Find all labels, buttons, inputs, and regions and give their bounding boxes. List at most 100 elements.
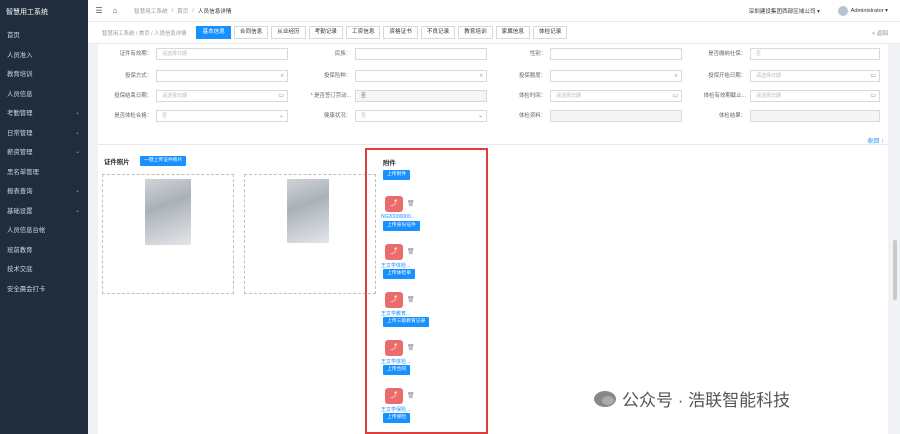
pdf-file-icon[interactable]: ⤴	[385, 340, 403, 356]
photo-slot-back[interactable]	[244, 174, 376, 294]
breadcrumb-item[interactable]: 人员信息详情	[198, 7, 232, 15]
photo-slot-front[interactable]	[102, 174, 234, 294]
calendar-icon: ▭	[278, 93, 284, 99]
breadcrumb-separator: /	[192, 7, 194, 14]
field-input	[550, 110, 682, 122]
attachment-filename[interactable]: 王文学体检...	[381, 358, 410, 365]
sidebar-item[interactable]: 报表查询 ⌄	[0, 182, 88, 202]
sidebar-item[interactable]: 教育培训	[0, 65, 88, 85]
upload-attachment-item-button[interactable]: 上传保险	[383, 413, 411, 423]
watermark-text: 公众号 · 浩联智能科技	[622, 391, 791, 410]
field-input[interactable]: 请选择日期 ▭	[750, 90, 880, 102]
tab-item[interactable]: 基本信息	[196, 26, 231, 39]
breadcrumb-item[interactable]: 首页	[177, 7, 188, 15]
field-input[interactable]: 请选择日期 ▭	[750, 70, 880, 82]
form-field: 投保额度： ⌕	[519, 70, 682, 82]
attachment-filename[interactable]: 王文学体检...	[381, 262, 410, 269]
field-input[interactable]	[550, 48, 682, 60]
delete-icon[interactable]: 🗑	[407, 296, 415, 303]
sidebar-item[interactable]: 人员信息	[0, 85, 88, 105]
pdf-file-icon[interactable]: ⤴	[385, 388, 403, 404]
sidebar-item[interactable]: 基础设置 ⌄	[0, 202, 88, 222]
field-input[interactable]: 否	[750, 48, 880, 60]
field-input[interactable]: 否 ⌄	[156, 110, 288, 122]
form-field: * 是否签订劳动... 否	[311, 90, 487, 102]
field-label: 民族：	[334, 51, 351, 57]
tab-item[interactable]: 体检记录	[532, 26, 568, 39]
field-input[interactable]: 请选择日期	[156, 48, 288, 60]
attachment-filename[interactable]: NG20000000...	[381, 214, 415, 220]
attachments-panel: 附件 上传附件 ⤴ 🗑 NG20000000... 上传身份证件 ⤴ 🗑 王文学体检... 上…	[365, 148, 488, 434]
form-field: 体检资料：	[519, 110, 682, 122]
user-menu[interactable]: Administrator ▾	[837, 5, 888, 16]
field-input[interactable]: 否 ⌄	[355, 110, 487, 122]
form-field: 体检时间： 请选择日期 ▭	[519, 90, 682, 102]
attachments-title: 附件	[383, 160, 396, 167]
chevron-down-icon: ⌄	[74, 149, 80, 155]
field-input[interactable]: 请选择日期 ▭	[156, 90, 288, 102]
sidebar-item[interactable]: 安全晨会打卡	[0, 280, 88, 300]
org-selector[interactable]: 深圳建设集团西部区域公司 ▾	[749, 7, 821, 15]
sidebar-item[interactable]: 日常管理 ⌄	[0, 124, 88, 144]
attachment-filename[interactable]: 王文学教育...	[381, 310, 410, 317]
pdf-file-icon[interactable]: ⤴	[385, 292, 403, 308]
upload-attachment-item-button[interactable]: 上传体检单	[383, 269, 415, 279]
attachment-filename[interactable]: 王文学保险...	[381, 406, 410, 413]
sidebar-item-label: 日常管理	[7, 129, 33, 137]
tab-item[interactable]: 家属信息	[495, 26, 530, 39]
sidebar-item[interactable]: 人员信息台帐	[0, 221, 88, 241]
sidebar-item[interactable]: 薪资管理 ⌄	[0, 143, 88, 163]
sidebar-item-label: 班前教育	[7, 246, 33, 254]
sidebar-item[interactable]: 首页	[0, 26, 88, 46]
vertical-scrollbar[interactable]	[893, 240, 897, 300]
field-input[interactable]: ⌕	[550, 70, 682, 82]
back-link[interactable]: < 返回	[872, 29, 888, 37]
field-label: 投保结束日期：	[114, 93, 152, 99]
breadcrumb-item[interactable]: 智慧用工系统	[134, 7, 168, 15]
tab-item[interactable]: 工资信息	[346, 26, 381, 39]
delete-icon[interactable]: 🗑	[407, 248, 415, 255]
delete-icon[interactable]: 🗑	[407, 344, 415, 351]
upload-attachment-item-button[interactable]: 上传身份证件	[383, 221, 420, 231]
delete-icon[interactable]: 🗑	[407, 200, 415, 207]
upload-attachment-item-button[interactable]: 上传合同	[383, 365, 411, 375]
sidebar-item[interactable]: 考勤管理 ⌄	[0, 104, 88, 124]
main-content: 证件有效期： 请选择日期 民族： 性别： 是否缴纳社保：否 投保方式： ⌕ 投保险种： ⌕ 投保…	[98, 44, 888, 434]
sidebar-item[interactable]: 班前教育	[0, 241, 88, 261]
search-icon: ⌕	[280, 73, 284, 79]
pdf-file-icon[interactable]: ⤴	[385, 196, 403, 212]
watermark: 公众号 · 浩联智能科技	[594, 386, 790, 411]
field-input[interactable]: 请选择日期 ▭	[550, 90, 682, 102]
field-value: 否	[361, 113, 367, 119]
menu-toggle-icon[interactable]: ☰	[94, 6, 104, 16]
sidebar-item[interactable]: 黑名单管理	[0, 163, 88, 183]
home-icon[interactable]: ⌂	[110, 6, 120, 16]
tab-item[interactable]: 合同信息	[233, 26, 269, 39]
field-label: 投保方式：	[125, 73, 152, 79]
tab-item[interactable]: 不良记录	[420, 26, 456, 39]
tab-item[interactable]: 从业经历	[271, 26, 306, 39]
tab-item[interactable]: 教育培训	[458, 26, 493, 39]
field-label: 是否缴纳社保：	[708, 51, 746, 57]
field-input[interactable]: ⌕	[355, 70, 487, 82]
breadcrumb-separator: /	[171, 7, 174, 14]
delete-icon[interactable]: 🗑	[407, 392, 415, 399]
field-value: 请选择日期	[556, 93, 582, 99]
tab-item[interactable]: 考勤记录	[308, 26, 344, 39]
section-divider	[98, 144, 888, 145]
sidebar-item[interactable]: 技术交底	[0, 260, 88, 280]
tab-item[interactable]: 资格证书	[383, 26, 418, 39]
upload-attachment-button[interactable]: 上传附件	[383, 170, 411, 180]
field-input[interactable]	[355, 48, 487, 60]
field-input: 否	[355, 90, 487, 102]
chevron-down-icon: ⌄	[74, 129, 80, 136]
field-label: 性别：	[529, 51, 546, 57]
sidebar-item[interactable]: 人员准入	[0, 46, 88, 66]
sidebar-item-label: 基础设置	[7, 207, 33, 215]
field-input[interactable]: ⌕	[156, 70, 288, 82]
upload-photo-button[interactable]: 一键上传证件照片	[140, 156, 187, 166]
upload-attachment-item-button[interactable]: 上传三级教育记录	[383, 317, 430, 327]
sidebar-item-label: 人员信息台帐	[7, 227, 46, 234]
pdf-file-icon[interactable]: ⤴	[385, 244, 403, 260]
sidebar: 智慧用工系统 首页 人员准入 教育培训 人员信息 考勤管理 ⌄ 日常管理 ⌄ 薪资管理 ⌄ 黑名单管…	[0, 0, 88, 434]
